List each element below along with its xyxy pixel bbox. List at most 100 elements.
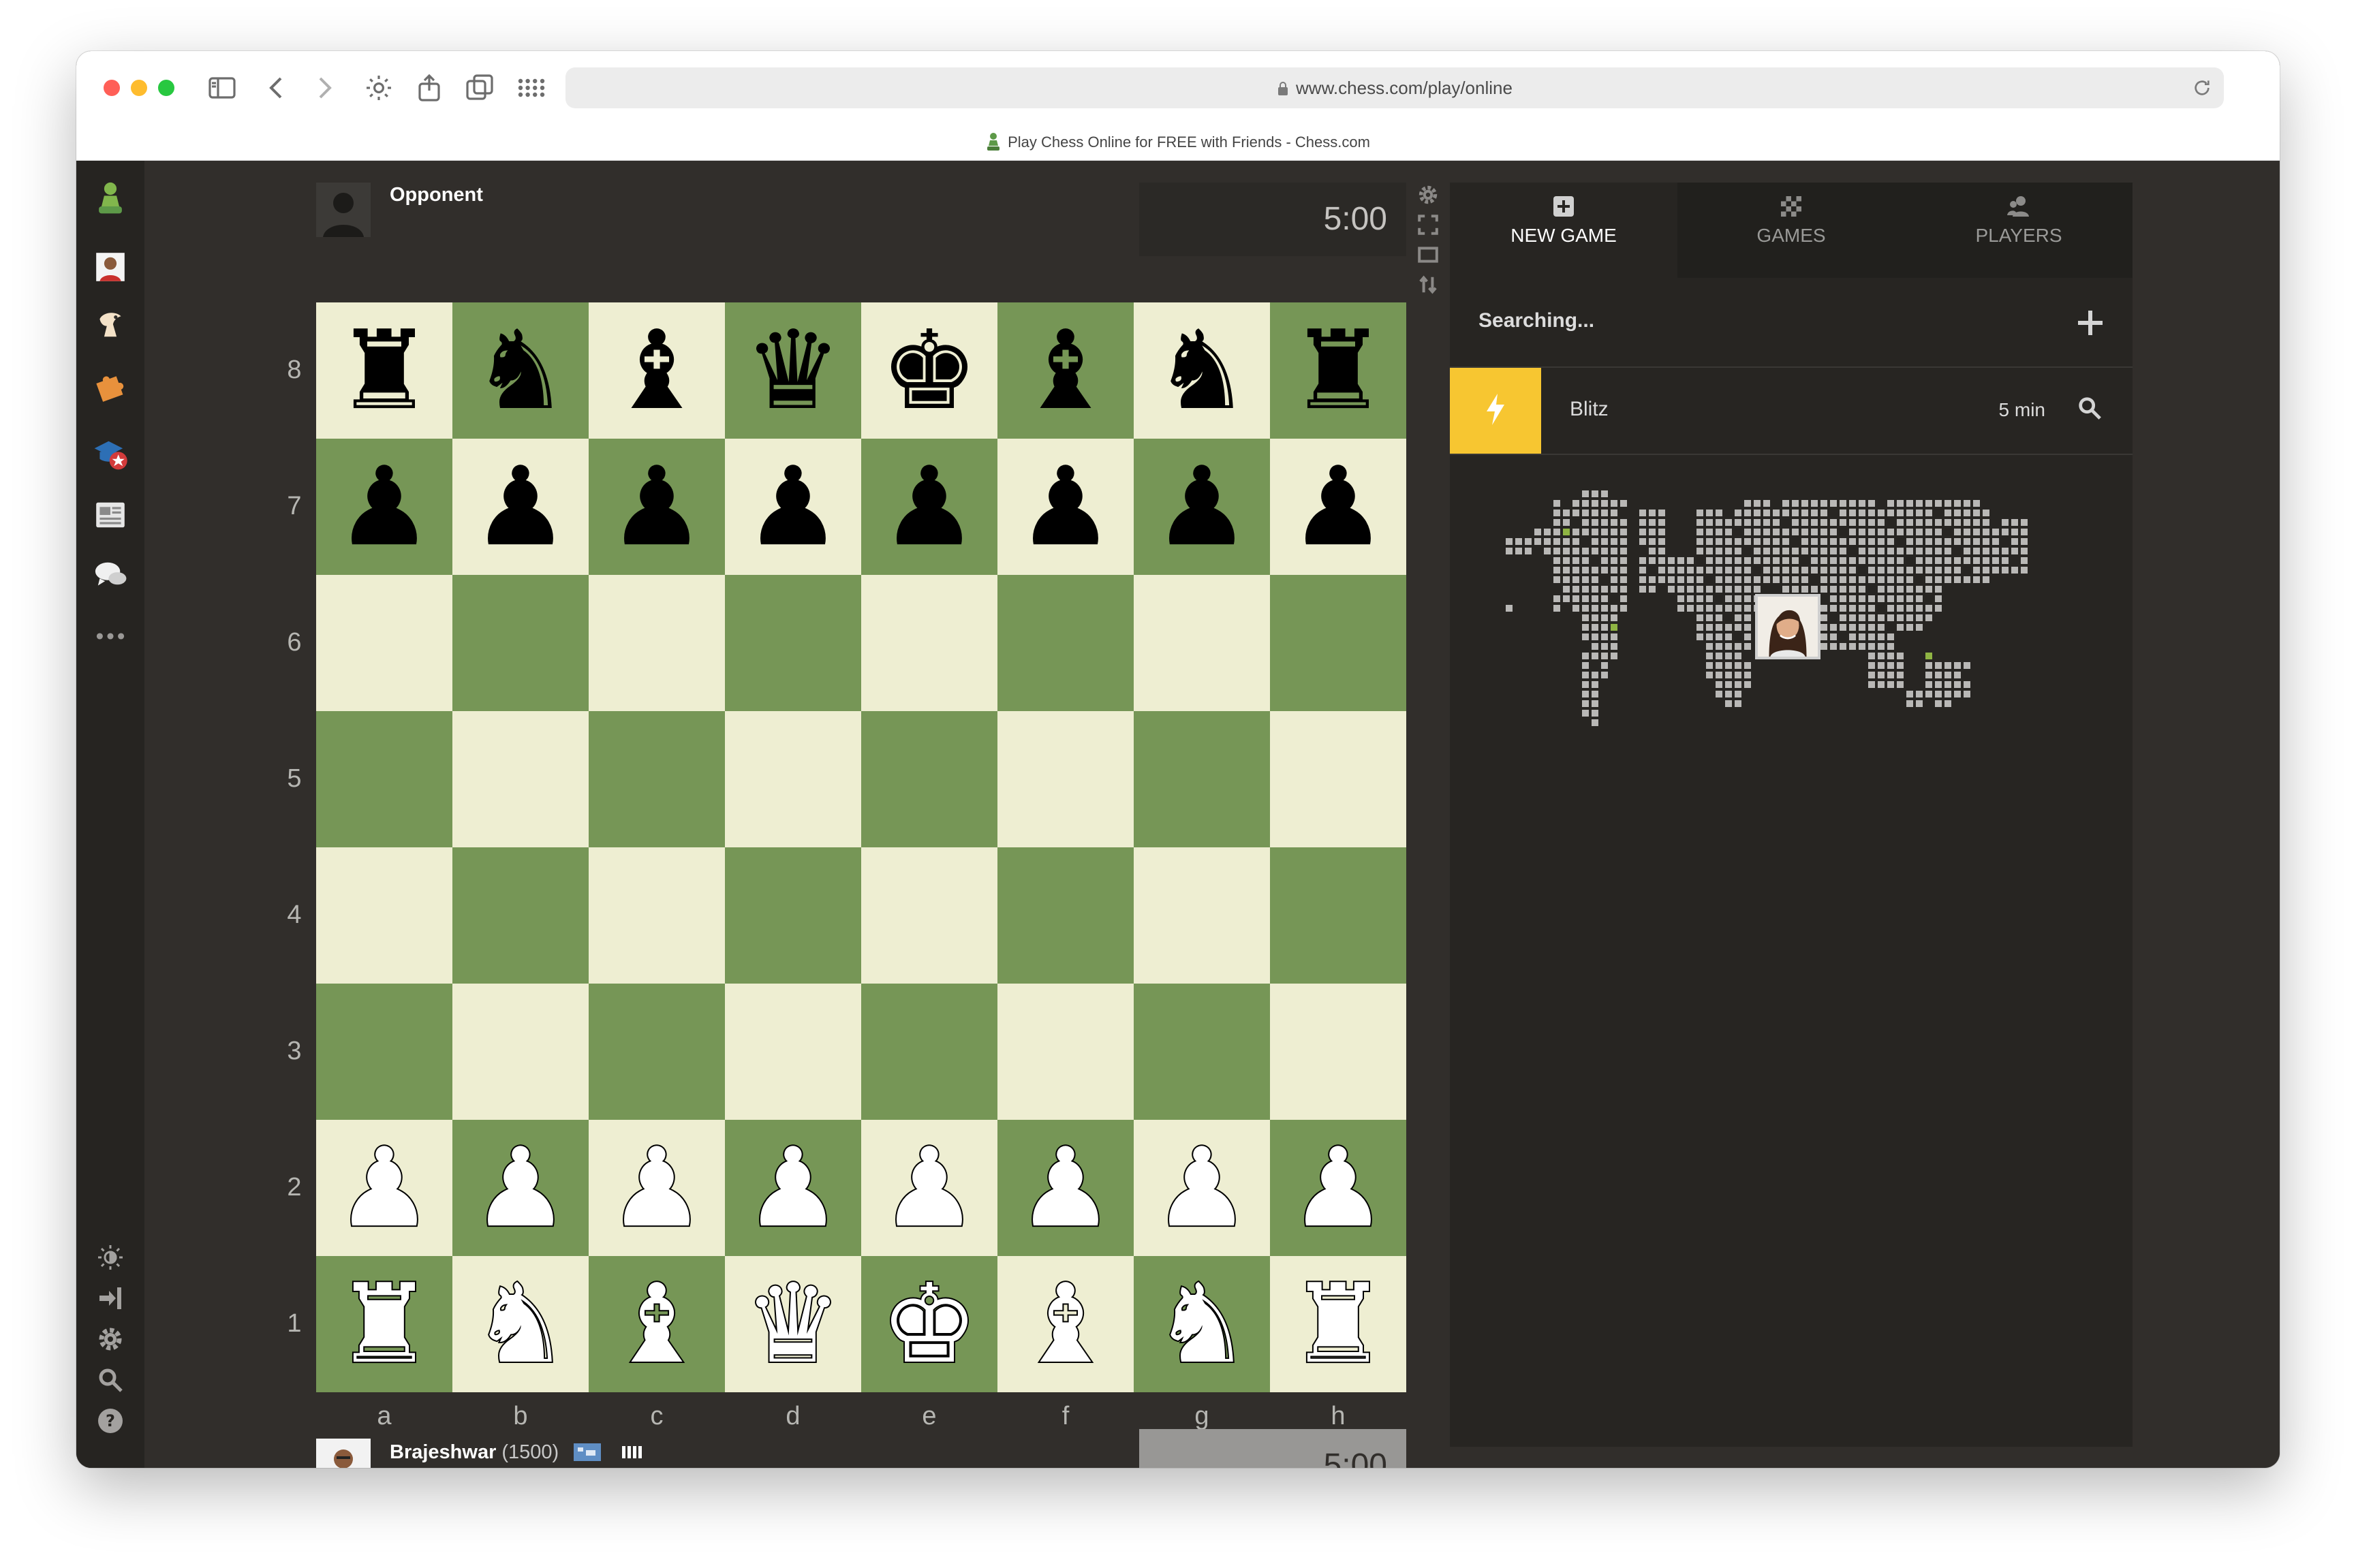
white-pawn-piece[interactable]: ♟ bbox=[1015, 1132, 1115, 1244]
square-f6[interactable] bbox=[997, 575, 1134, 711]
back-icon[interactable] bbox=[260, 72, 293, 104]
black-bishop-piece[interactable]: ♝ bbox=[1017, 316, 1114, 425]
square-a5[interactable] bbox=[316, 711, 452, 847]
square-e3[interactable] bbox=[861, 984, 997, 1120]
close-window-button[interactable] bbox=[104, 80, 120, 96]
sidebar-toggle-icon[interactable] bbox=[206, 72, 238, 104]
profile-avatar-icon[interactable] bbox=[93, 249, 128, 285]
square-b3[interactable] bbox=[452, 984, 589, 1120]
square-d8[interactable]: ♛ bbox=[725, 302, 861, 439]
black-pawn-piece[interactable]: ♟ bbox=[471, 452, 569, 561]
chat-icon[interactable] bbox=[93, 557, 128, 593]
minimize-window-button[interactable] bbox=[131, 80, 147, 96]
square-c5[interactable] bbox=[589, 711, 725, 847]
square-h3[interactable] bbox=[1270, 984, 1406, 1120]
puzzles-icon[interactable] bbox=[93, 366, 128, 402]
black-pawn-piece[interactable]: ♟ bbox=[744, 452, 841, 561]
white-pawn-piece[interactable]: ♟ bbox=[606, 1132, 707, 1244]
square-h7[interactable]: ♟ bbox=[1270, 439, 1406, 575]
square-d3[interactable] bbox=[725, 984, 861, 1120]
white-pawn-piece[interactable]: ♟ bbox=[743, 1132, 843, 1244]
square-h5[interactable] bbox=[1270, 711, 1406, 847]
tab-players[interactable]: PLAYERS bbox=[1905, 183, 2133, 278]
square-a3[interactable] bbox=[316, 984, 452, 1120]
square-a2[interactable]: ♟ bbox=[316, 1120, 452, 1256]
login-icon[interactable] bbox=[97, 1285, 124, 1312]
square-g8[interactable]: ♞ bbox=[1134, 302, 1270, 439]
square-a8[interactable]: ♜ bbox=[316, 302, 452, 439]
time-control-row[interactable]: Blitz 5 min bbox=[1450, 368, 2133, 455]
black-bishop-piece[interactable]: ♝ bbox=[608, 316, 705, 425]
square-g5[interactable] bbox=[1134, 711, 1270, 847]
reload-icon[interactable] bbox=[2191, 77, 2213, 99]
settings-icon[interactable] bbox=[97, 1326, 124, 1353]
flip-board-icon[interactable] bbox=[1417, 274, 1439, 296]
white-knight-piece[interactable]: ♞ bbox=[470, 1268, 570, 1380]
square-f8[interactable]: ♝ bbox=[997, 302, 1134, 439]
white-pawn-piece[interactable]: ♟ bbox=[470, 1132, 570, 1244]
square-h6[interactable] bbox=[1270, 575, 1406, 711]
black-rook-piece[interactable]: ♜ bbox=[335, 316, 433, 425]
help-icon[interactable]: ? bbox=[97, 1407, 124, 1434]
chess-pawn-logo-icon[interactable] bbox=[93, 180, 128, 215]
square-b7[interactable]: ♟ bbox=[452, 439, 589, 575]
square-b6[interactable] bbox=[452, 575, 589, 711]
white-queen-piece[interactable]: ♛ bbox=[743, 1268, 843, 1380]
white-rook-piece[interactable]: ♜ bbox=[1288, 1268, 1388, 1380]
square-f1[interactable]: ♝ bbox=[997, 1256, 1134, 1392]
square-c4[interactable] bbox=[589, 847, 725, 984]
more-icon[interactable] bbox=[93, 618, 128, 654]
black-knight-piece[interactable]: ♞ bbox=[471, 316, 569, 425]
black-pawn-piece[interactable]: ♟ bbox=[1017, 452, 1114, 561]
theater-mode-icon[interactable] bbox=[1417, 244, 1439, 266]
address-bar[interactable]: www.chess.com/play/online bbox=[565, 67, 2224, 108]
square-g2[interactable]: ♟ bbox=[1134, 1120, 1270, 1256]
square-a6[interactable] bbox=[316, 575, 452, 711]
black-queen-piece[interactable]: ♛ bbox=[744, 316, 841, 425]
square-b8[interactable]: ♞ bbox=[452, 302, 589, 439]
square-a7[interactable]: ♟ bbox=[316, 439, 452, 575]
square-h8[interactable]: ♜ bbox=[1270, 302, 1406, 439]
square-b4[interactable] bbox=[452, 847, 589, 984]
square-f7[interactable]: ♟ bbox=[997, 439, 1134, 575]
black-king-piece[interactable]: ♚ bbox=[880, 316, 978, 425]
square-d5[interactable] bbox=[725, 711, 861, 847]
white-king-piece[interactable]: ♚ bbox=[879, 1268, 979, 1380]
white-bishop-piece[interactable]: ♝ bbox=[606, 1268, 707, 1380]
square-a4[interactable] bbox=[316, 847, 452, 984]
tab-new-game[interactable]: NEW GAME bbox=[1450, 183, 1677, 278]
square-h2[interactable]: ♟ bbox=[1270, 1120, 1406, 1256]
square-f2[interactable]: ♟ bbox=[997, 1120, 1134, 1256]
tab-games[interactable]: GAMES bbox=[1677, 183, 1905, 278]
chess-board[interactable]: ♜ ♞ ♝ ♛ ♚ ♝ ♞ ♜ ♟ ♟ ♟ ♟ ♟ ♟ ♟ ♟ ♟ ♟ ♟ ♟ ♟ ♟ ♟ ♟ ♜ ♞ ♝ ♛ ♚ ♝ ♞ ♜ bbox=[316, 302, 1406, 1392]
white-pawn-piece[interactable]: ♟ bbox=[879, 1132, 979, 1244]
square-e6[interactable] bbox=[861, 575, 997, 711]
zoom-window-button[interactable] bbox=[158, 80, 174, 96]
black-knight-piece[interactable]: ♞ bbox=[1153, 316, 1250, 425]
add-seek-button[interactable] bbox=[2075, 308, 2105, 338]
square-d1[interactable]: ♛ bbox=[725, 1256, 861, 1392]
square-c2[interactable]: ♟ bbox=[589, 1120, 725, 1256]
square-b2[interactable]: ♟ bbox=[452, 1120, 589, 1256]
forward-icon[interactable] bbox=[308, 72, 341, 104]
black-pawn-piece[interactable]: ♟ bbox=[1153, 452, 1250, 561]
grid-icon[interactable] bbox=[515, 72, 548, 104]
white-bishop-piece[interactable]: ♝ bbox=[1015, 1268, 1115, 1380]
black-pawn-piece[interactable]: ♟ bbox=[880, 452, 978, 561]
white-rook-piece[interactable]: ♜ bbox=[334, 1268, 434, 1380]
square-d4[interactable] bbox=[725, 847, 861, 984]
square-d7[interactable]: ♟ bbox=[725, 439, 861, 575]
play-icon[interactable] bbox=[93, 307, 128, 342]
black-pawn-piece[interactable]: ♟ bbox=[335, 452, 433, 561]
square-g7[interactable]: ♟ bbox=[1134, 439, 1270, 575]
square-b1[interactable]: ♞ bbox=[452, 1256, 589, 1392]
share-icon[interactable] bbox=[413, 72, 446, 104]
black-pawn-piece[interactable]: ♟ bbox=[608, 452, 705, 561]
square-f4[interactable] bbox=[997, 847, 1134, 984]
square-f5[interactable] bbox=[997, 711, 1134, 847]
learn-icon[interactable] bbox=[93, 436, 128, 471]
square-b5[interactable] bbox=[452, 711, 589, 847]
square-c1[interactable]: ♝ bbox=[589, 1256, 725, 1392]
square-f3[interactable] bbox=[997, 984, 1134, 1120]
white-pawn-piece[interactable]: ♟ bbox=[1151, 1132, 1252, 1244]
